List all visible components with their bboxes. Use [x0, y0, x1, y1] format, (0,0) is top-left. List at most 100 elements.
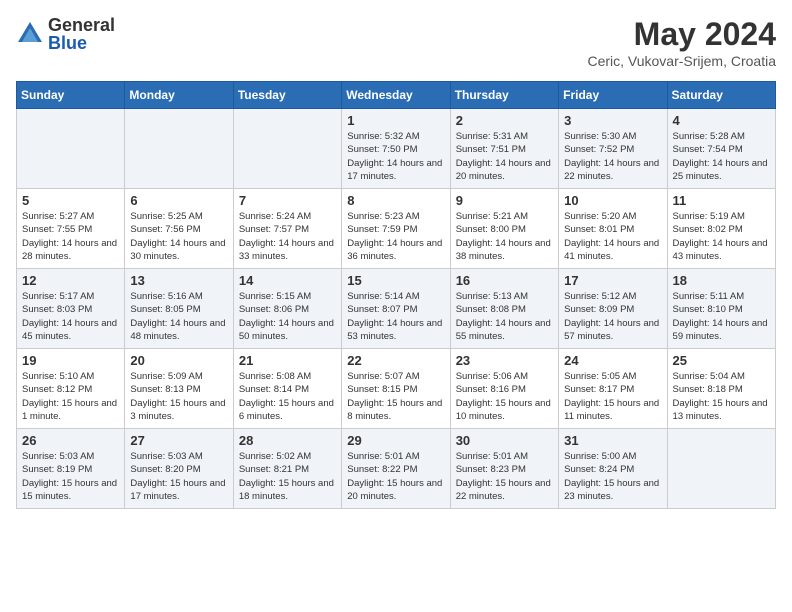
logo-general: General: [48, 16, 115, 34]
day-number: 3: [564, 113, 661, 128]
calendar-table: SundayMondayTuesdayWednesdayThursdayFrid…: [16, 81, 776, 509]
calendar-cell: 12Sunrise: 5:17 AM Sunset: 8:03 PM Dayli…: [17, 269, 125, 349]
calendar-cell: 23 Sunrise: 5:06 AM Sunset: 8:16 PM Dayli…: [450, 349, 558, 429]
day-number: 21: [239, 353, 336, 368]
calendar-week-4: 19 Sunrise: 5:10 AM Sunset: 8:12 PM Dayli…: [17, 349, 776, 429]
calendar-cell: [233, 109, 341, 189]
day-info: Sunrise: 5:24 AM Sunset: 7:57 PM Dayligh…: [239, 210, 336, 263]
calendar-cell: 19 Sunrise: 5:10 AM Sunset: 8:12 PM Dayli…: [17, 349, 125, 429]
day-info: Sunrise: 5:14 AM Sunset: 8:07 PM Dayligh…: [347, 290, 444, 343]
calendar-cell: 26Sunrise: 5:03 AM Sunset: 8:19 PM Dayli…: [17, 429, 125, 509]
calendar-cell: 24 Sunrise: 5:05 AM Sunset: 8:17 PM Dayli…: [559, 349, 667, 429]
calendar-title: May 2024: [587, 16, 776, 53]
day-number: 17: [564, 273, 661, 288]
calendar-header: SundayMondayTuesdayWednesdayThursdayFrid…: [17, 82, 776, 109]
calendar-cell: 5 Sunrise: 5:27 AM Sunset: 7:55 PM Daylig…: [17, 189, 125, 269]
day-info: Sunrise: 5:07 AM Sunset: 8:15 PM Dayligh…: [347, 370, 444, 423]
logo: General Blue: [16, 16, 115, 52]
day-info: Sunrise: 5:17 AM Sunset: 8:03 PM Dayligh…: [22, 290, 119, 343]
day-info: Sunrise: 5:10 AM Sunset: 8:12 PM Dayligh…: [22, 370, 119, 423]
day-number: 22: [347, 353, 444, 368]
calendar-cell: 14Sunrise: 5:15 AM Sunset: 8:06 PM Dayli…: [233, 269, 341, 349]
day-number: 13: [130, 273, 227, 288]
calendar-body: 1 Sunrise: 5:32 AM Sunset: 7:50 PM Daylig…: [17, 109, 776, 509]
day-info: Sunrise: 5:02 AM Sunset: 8:21 PM Dayligh…: [239, 450, 336, 503]
calendar-cell: 11 Sunrise: 5:19 AM Sunset: 8:02 PM Dayli…: [667, 189, 775, 269]
calendar-cell: [667, 429, 775, 509]
calendar-cell: 17 Sunrise: 5:12 AM Sunset: 8:09 PM Dayli…: [559, 269, 667, 349]
weekday-header-monday: Monday: [125, 82, 233, 109]
day-number: 15: [347, 273, 444, 288]
day-number: 2: [456, 113, 553, 128]
calendar-cell: 22 Sunrise: 5:07 AM Sunset: 8:15 PM Dayli…: [342, 349, 450, 429]
weekday-header-thursday: Thursday: [450, 82, 558, 109]
day-info: Sunrise: 5:32 AM Sunset: 7:50 PM Dayligh…: [347, 130, 444, 183]
day-info: Sunrise: 5:16 AM Sunset: 8:05 PM Dayligh…: [130, 290, 227, 343]
day-number: 14: [239, 273, 336, 288]
day-number: 24: [564, 353, 661, 368]
calendar-cell: 1 Sunrise: 5:32 AM Sunset: 7:50 PM Daylig…: [342, 109, 450, 189]
weekday-header-friday: Friday: [559, 82, 667, 109]
calendar-cell: 9 Sunrise: 5:21 AM Sunset: 8:00 PM Daylig…: [450, 189, 558, 269]
day-info: Sunrise: 5:00 AM Sunset: 8:24 PM Dayligh…: [564, 450, 661, 503]
calendar-week-5: 26Sunrise: 5:03 AM Sunset: 8:19 PM Dayli…: [17, 429, 776, 509]
day-info: Sunrise: 5:01 AM Sunset: 8:23 PM Dayligh…: [456, 450, 553, 503]
day-info: Sunrise: 5:21 AM Sunset: 8:00 PM Dayligh…: [456, 210, 553, 263]
calendar-week-2: 5 Sunrise: 5:27 AM Sunset: 7:55 PM Daylig…: [17, 189, 776, 269]
weekday-header-sunday: Sunday: [17, 82, 125, 109]
title-block: May 2024 Ceric, Vukovar-Srijem, Croatia: [587, 16, 776, 69]
day-info: Sunrise: 5:12 AM Sunset: 8:09 PM Dayligh…: [564, 290, 661, 343]
day-number: 1: [347, 113, 444, 128]
calendar-cell: 4 Sunrise: 5:28 AM Sunset: 7:54 PM Daylig…: [667, 109, 775, 189]
calendar-cell: 15 Sunrise: 5:14 AM Sunset: 8:07 PM Dayli…: [342, 269, 450, 349]
day-info: Sunrise: 5:27 AM Sunset: 7:55 PM Dayligh…: [22, 210, 119, 263]
logo-icon: [16, 20, 44, 48]
calendar-cell: 29 Sunrise: 5:01 AM Sunset: 8:22 PM Dayli…: [342, 429, 450, 509]
day-number: 23: [456, 353, 553, 368]
day-number: 4: [673, 113, 770, 128]
logo-blue: Blue: [48, 34, 115, 52]
calendar-cell: 10 Sunrise: 5:20 AM Sunset: 8:01 PM Dayli…: [559, 189, 667, 269]
weekday-header-tuesday: Tuesday: [233, 82, 341, 109]
page-header: General Blue May 2024 Ceric, Vukovar-Sri…: [16, 16, 776, 69]
day-number: 8: [347, 193, 444, 208]
day-info: Sunrise: 5:06 AM Sunset: 8:16 PM Dayligh…: [456, 370, 553, 423]
day-info: Sunrise: 5:01 AM Sunset: 8:22 PM Dayligh…: [347, 450, 444, 503]
day-number: 20: [130, 353, 227, 368]
calendar-cell: 31 Sunrise: 5:00 AM Sunset: 8:24 PM Dayli…: [559, 429, 667, 509]
calendar-cell: 6Sunrise: 5:25 AM Sunset: 7:56 PM Daylig…: [125, 189, 233, 269]
day-number: 29: [347, 433, 444, 448]
day-info: Sunrise: 5:19 AM Sunset: 8:02 PM Dayligh…: [673, 210, 770, 263]
calendar-cell: 13 Sunrise: 5:16 AM Sunset: 8:05 PM Dayli…: [125, 269, 233, 349]
logo-text: General Blue: [48, 16, 115, 52]
day-info: Sunrise: 5:28 AM Sunset: 7:54 PM Dayligh…: [673, 130, 770, 183]
day-number: 19: [22, 353, 119, 368]
day-number: 11: [673, 193, 770, 208]
day-number: 9: [456, 193, 553, 208]
day-number: 26: [22, 433, 119, 448]
day-number: 18: [673, 273, 770, 288]
day-number: 30: [456, 433, 553, 448]
calendar-cell: 3Sunrise: 5:30 AM Sunset: 7:52 PM Daylig…: [559, 109, 667, 189]
day-number: 10: [564, 193, 661, 208]
calendar-cell: 28 Sunrise: 5:02 AM Sunset: 8:21 PM Dayli…: [233, 429, 341, 509]
day-number: 27: [130, 433, 227, 448]
day-info: Sunrise: 5:08 AM Sunset: 8:14 PM Dayligh…: [239, 370, 336, 423]
calendar-cell: 27Sunrise: 5:03 AM Sunset: 8:20 PM Dayli…: [125, 429, 233, 509]
weekday-header-saturday: Saturday: [667, 82, 775, 109]
day-number: 5: [22, 193, 119, 208]
day-info: Sunrise: 5:20 AM Sunset: 8:01 PM Dayligh…: [564, 210, 661, 263]
day-info: Sunrise: 5:13 AM Sunset: 8:08 PM Dayligh…: [456, 290, 553, 343]
day-info: Sunrise: 5:05 AM Sunset: 8:17 PM Dayligh…: [564, 370, 661, 423]
calendar-cell: [17, 109, 125, 189]
weekday-header-wednesday: Wednesday: [342, 82, 450, 109]
calendar-cell: 2Sunrise: 5:31 AM Sunset: 7:51 PM Daylig…: [450, 109, 558, 189]
calendar-location: Ceric, Vukovar-Srijem, Croatia: [587, 53, 776, 69]
day-info: Sunrise: 5:25 AM Sunset: 7:56 PM Dayligh…: [130, 210, 227, 263]
day-number: 31: [564, 433, 661, 448]
calendar-cell: 18Sunrise: 5:11 AM Sunset: 8:10 PM Dayli…: [667, 269, 775, 349]
day-number: 28: [239, 433, 336, 448]
calendar-cell: 21 Sunrise: 5:08 AM Sunset: 8:14 PM Dayli…: [233, 349, 341, 429]
calendar-cell: [125, 109, 233, 189]
calendar-cell: 7Sunrise: 5:24 AM Sunset: 7:57 PM Daylig…: [233, 189, 341, 269]
